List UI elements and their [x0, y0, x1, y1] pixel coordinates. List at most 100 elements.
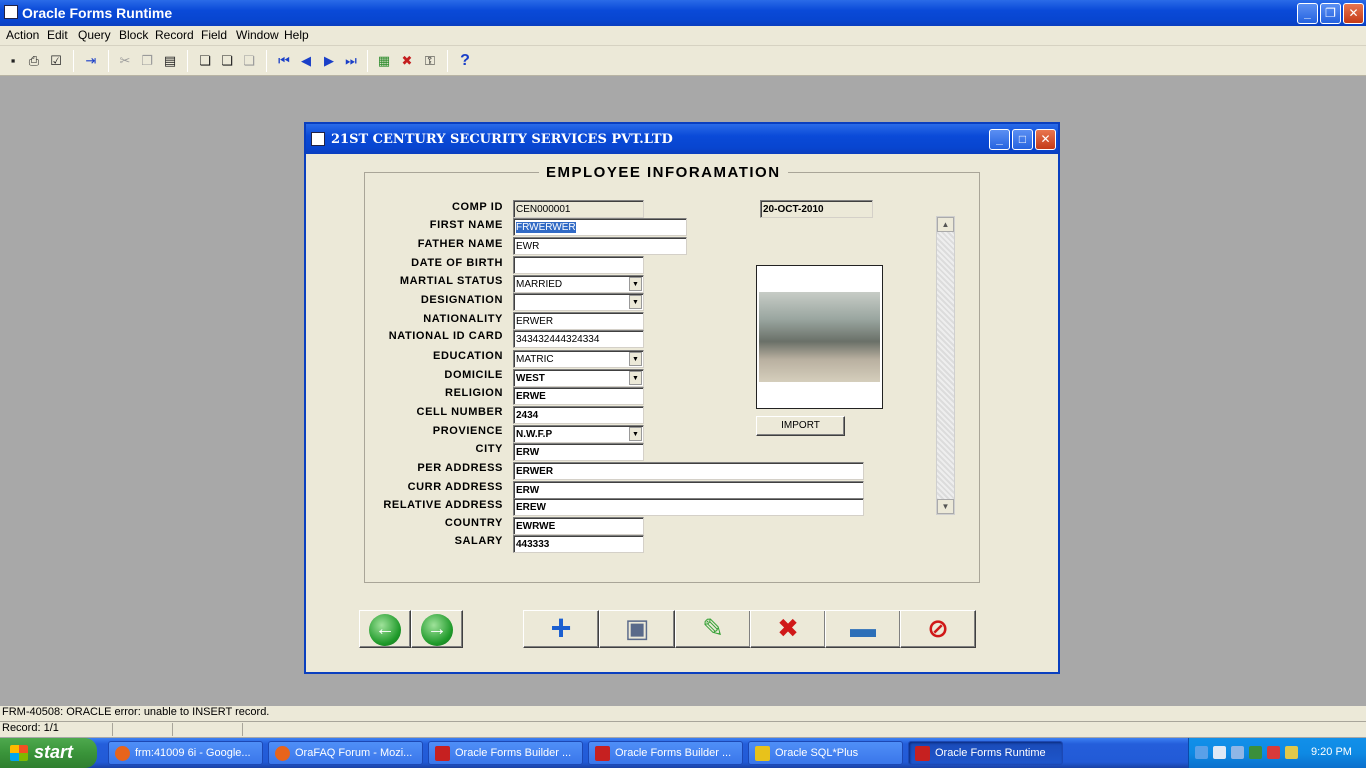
- menu-edit[interactable]: Edit: [47, 28, 68, 42]
- task-firefox-google[interactable]: frm:41009 6i - Google...: [108, 741, 263, 765]
- copy-icon[interactable]: ❐: [138, 52, 156, 70]
- print-preview-icon[interactable]: ☑: [47, 52, 65, 70]
- last-record-icon[interactable]: ⏭: [342, 52, 360, 70]
- tray-usb-icon[interactable]: [1249, 746, 1262, 759]
- task-label: Oracle Forms Builder ...: [455, 747, 572, 759]
- edit-button[interactable]: ✎: [675, 610, 751, 648]
- add-button[interactable]: +: [523, 610, 599, 648]
- view-button[interactable]: ▬: [825, 610, 901, 648]
- dob-label: DATE OF BIRTH: [411, 257, 503, 269]
- floppy-icon: ▣: [624, 613, 650, 643]
- education-select[interactable]: MATRIC ▼: [513, 350, 644, 368]
- tray-network-icon[interactable]: [1213, 746, 1226, 759]
- previous-button[interactable]: ←: [359, 610, 411, 648]
- chevron-down-icon[interactable]: ▼: [629, 277, 642, 291]
- sqlplus-icon: [755, 746, 770, 761]
- dob-field[interactable]: [513, 256, 644, 274]
- task-firefox-orafaq[interactable]: OraFAQ Forum - Mozi...: [268, 741, 423, 765]
- remove-record-icon[interactable]: ✖: [398, 52, 416, 70]
- comp-id-field[interactable]: CEN000001: [513, 200, 644, 218]
- form-close-button[interactable]: ✕: [1035, 129, 1056, 150]
- next-record-icon[interactable]: ▶: [320, 52, 338, 70]
- nic-field[interactable]: 343432444324334: [513, 330, 644, 348]
- city-label: CITY: [475, 443, 503, 455]
- previous-record-icon[interactable]: ◀: [297, 52, 315, 70]
- cell-field[interactable]: 2434: [513, 406, 644, 424]
- task-sqlplus[interactable]: Oracle SQL*Plus: [748, 741, 903, 765]
- form-maximize-button[interactable]: □: [1012, 129, 1033, 150]
- chevron-down-icon[interactable]: ▼: [629, 352, 642, 366]
- exit-form-button[interactable]: ⊘: [900, 610, 976, 648]
- first-name-field[interactable]: FRWERWER: [513, 218, 687, 236]
- status-bar: Record: 1/1: [0, 721, 1366, 737]
- form-minimize-button[interactable]: _: [989, 129, 1010, 150]
- exit-icon[interactable]: ⇥: [82, 52, 100, 70]
- chevron-down-icon[interactable]: ▼: [629, 371, 642, 385]
- lock-record-icon[interactable]: ⚿: [421, 52, 439, 70]
- curr-address-field[interactable]: ERW: [513, 481, 864, 499]
- employee-photo-frame: [756, 265, 883, 409]
- enter-query-icon[interactable]: ❏: [196, 52, 214, 70]
- start-button[interactable]: start: [0, 738, 97, 768]
- minimize-button[interactable]: _: [1297, 3, 1318, 24]
- menu-record[interactable]: Record: [155, 28, 194, 42]
- next-button[interactable]: →: [411, 610, 463, 648]
- designation-select[interactable]: ▼: [513, 293, 644, 311]
- chevron-down-icon[interactable]: ▼: [629, 295, 642, 309]
- plus-icon: +: [550, 607, 572, 648]
- tray-chevron-icon[interactable]: [1195, 746, 1208, 759]
- task-label: Oracle Forms Runtime: [935, 747, 1046, 759]
- nationality-field[interactable]: ERWER: [513, 312, 644, 330]
- record-indicator: Record: 1/1: [2, 722, 59, 734]
- cut-icon[interactable]: ✂: [116, 52, 134, 70]
- vertical-scrollbar[interactable]: ▲ ▼: [936, 216, 955, 515]
- religion-field[interactable]: ERWE: [513, 387, 644, 405]
- scroll-up-icon[interactable]: ▲: [937, 217, 954, 232]
- province-select[interactable]: N.W.F.P ▼: [513, 425, 644, 443]
- menu-block[interactable]: Block: [119, 28, 148, 42]
- first-record-icon[interactable]: ⏮: [275, 52, 293, 70]
- insert-record-icon[interactable]: ▦: [375, 52, 393, 70]
- menu-help[interactable]: Help: [284, 28, 309, 42]
- relative-address-field[interactable]: EREW: [513, 498, 864, 516]
- execute-query-icon[interactable]: ❏: [218, 52, 236, 70]
- delete-button[interactable]: ✖: [750, 610, 826, 648]
- task-forms-builder-2[interactable]: Oracle Forms Builder ...: [588, 741, 743, 765]
- restore-button[interactable]: ❐: [1320, 3, 1341, 24]
- import-button[interactable]: IMPORT: [756, 416, 845, 436]
- marital-select[interactable]: MARRIED ▼: [513, 275, 644, 293]
- tray-antivirus-icon[interactable]: [1267, 746, 1280, 759]
- print-icon[interactable]: ⎙: [25, 52, 43, 70]
- close-button[interactable]: ✕: [1343, 3, 1364, 24]
- city-field[interactable]: ERW: [513, 443, 644, 461]
- father-name-field[interactable]: EWR: [513, 237, 687, 255]
- tray-volume-icon[interactable]: [1285, 746, 1298, 759]
- task-forms-builder-1[interactable]: Oracle Forms Builder ...: [428, 741, 583, 765]
- menu-field[interactable]: Field: [201, 28, 227, 42]
- per-address-field[interactable]: ERWER: [513, 462, 864, 480]
- salary-field[interactable]: 443333: [513, 535, 644, 553]
- marital-label: MARTIAL STATUS: [399, 275, 503, 287]
- chevron-down-icon[interactable]: ▼: [629, 427, 642, 441]
- menu-window[interactable]: Window: [236, 28, 279, 42]
- domicile-select[interactable]: WEST ▼: [513, 369, 644, 387]
- paste-icon[interactable]: ▤: [161, 52, 179, 70]
- menu-query[interactable]: Query: [78, 28, 111, 42]
- firefox-icon: [275, 746, 290, 761]
- cancel-query-icon[interactable]: ❏: [240, 52, 258, 70]
- picture-icon: ▬: [850, 613, 876, 643]
- task-forms-runtime[interactable]: Oracle Forms Runtime: [908, 741, 1063, 765]
- country-field[interactable]: EWRWE: [513, 517, 644, 535]
- save-icon[interactable]: ▪: [4, 52, 22, 70]
- help-icon[interactable]: ?: [456, 52, 474, 70]
- date-field: 20-OCT-2010: [760, 200, 873, 218]
- windows-logo-icon: [10, 745, 28, 761]
- tray-display-icon[interactable]: [1231, 746, 1244, 759]
- marital-value: MARRIED: [516, 279, 563, 290]
- task-label: frm:41009 6i - Google...: [135, 747, 251, 759]
- nationality-label: NATIONALITY: [423, 313, 503, 325]
- save-button[interactable]: ▣: [599, 610, 675, 648]
- scroll-down-icon[interactable]: ▼: [937, 499, 954, 514]
- menu-action[interactable]: Action: [6, 28, 39, 42]
- domicile-value: WEST: [516, 373, 545, 384]
